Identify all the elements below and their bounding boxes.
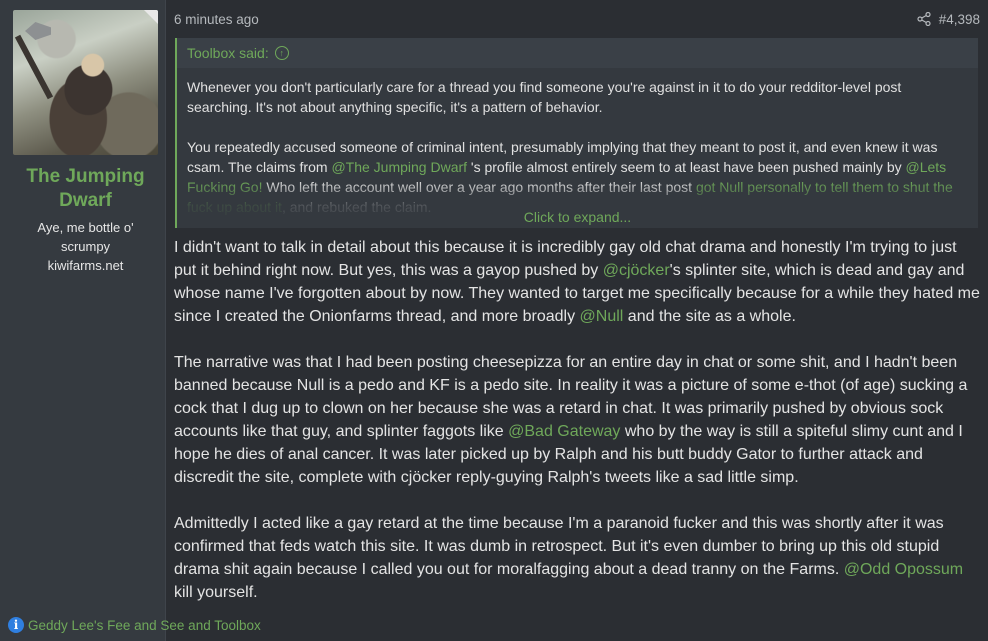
user-cell: The Jumping Dwarf Aye, me bottle o' scru… [0,0,166,641]
quote-block: Toolbox said: ↑ Whenever you don't parti… [175,38,978,228]
user-title-line: Aye, me bottle o' [37,220,134,235]
reactions-list[interactable]: Geddy Lee's Fee and See and Toolbox [28,618,261,633]
post-main: 6 minutes ago #4,398 Toolbox said: ↑ Whe… [166,0,988,641]
user-mention[interactable]: @Odd Opossum [844,561,963,578]
user-mention[interactable]: @cjöcker [603,262,670,279]
user-title: Aye, me bottle o' scrumpy kiwifarms.net [13,218,158,275]
quote-body: Whenever you don't particularly care for… [177,68,978,217]
axe-head-graphic [25,22,51,40]
info-icon: i [8,617,24,633]
quote-paragraph: You repeatedly accused someone of crimin… [187,137,968,217]
user-mention[interactable]: @The Jumping Dwarf [331,159,467,175]
message-text: and the site as a whole. [623,308,796,325]
user-mention[interactable]: @Null [580,308,624,325]
message-text: kill yourself. [174,584,258,601]
quote-title[interactable]: Toolbox said: ↑ [177,38,978,68]
share-icon[interactable] [917,12,931,26]
user-mention[interactable]: @Bad Gateway [508,423,620,440]
corner-flag-icon [144,10,158,24]
avatar[interactable] [13,10,158,155]
user-title-line: kiwifarms.net [47,258,124,273]
post-header: 6 minutes ago #4,398 [174,0,980,38]
message-paragraph: Admittedly I acted like a gay retard at … [174,512,980,604]
arrow-up-circle-icon[interactable]: ↑ [274,46,289,60]
forum-post: The Jumping Dwarf Aye, me bottle o' scru… [0,0,988,641]
username[interactable]: The Jumping Dwarf [13,165,158,213]
reactions-bar[interactable]: i Geddy Lee's Fee and See and Toolbox [8,617,261,633]
message-paragraph: The narrative was that I had been postin… [174,351,980,489]
post-timestamp[interactable]: 6 minutes ago [174,12,259,27]
axe-handle-graphic [14,34,54,100]
quote-author[interactable]: Toolbox said: [187,45,269,61]
message-paragraph: I didn't want to talk in detail about th… [174,236,980,328]
user-title-line: scrumpy [60,239,111,254]
post-number[interactable]: #4,398 [939,12,980,27]
quote-text: Who left the account well over a year ag… [262,179,696,195]
expand-quote-link[interactable]: Click to expand... [177,208,978,226]
message-body: I didn't want to talk in detail about th… [174,236,980,604]
post-header-actions: #4,398 [917,12,980,27]
quote-text: 's profile almost entirely seem to at le… [467,159,906,175]
message-text: Admittedly I acted like a gay retard at … [174,515,944,578]
quote-paragraph: Whenever you don't particularly care for… [187,79,902,115]
